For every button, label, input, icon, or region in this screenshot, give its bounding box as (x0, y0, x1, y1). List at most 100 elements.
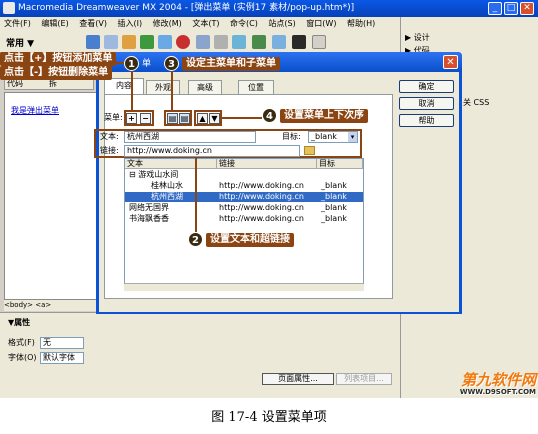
menu-label: 菜单: (104, 113, 123, 122)
column-header-text[interactable]: 文本 (125, 159, 217, 169)
watermark-url: WWW.D9SOFT.COM (459, 388, 536, 396)
menu-edit[interactable]: 编辑(E) (41, 19, 68, 28)
annotation-number-2: 2 (188, 232, 203, 247)
indent-item-button[interactable]: ▤ (167, 113, 178, 124)
text-label: 文本: (100, 132, 119, 141)
annotation-number-1: 1 (124, 56, 139, 71)
target-label: 目标: (282, 132, 301, 141)
dreamweaver-logo-icon (3, 2, 15, 14)
properties-header[interactable]: ▼属性 (8, 317, 30, 329)
row-link: http://www.doking.cn (219, 192, 304, 201)
template-icon[interactable] (252, 35, 266, 49)
table-row[interactable]: ⊟ 游戏山水间 (125, 170, 363, 180)
format-label: 格式(F) (8, 338, 35, 347)
media-icon[interactable] (196, 35, 210, 49)
dreamweaver-screenshot: Macromedia Dreamweaver MX 2004 - [弹出菜单 (… (0, 0, 538, 398)
menu-commands[interactable]: 命令(C) (230, 19, 258, 28)
table-row-selected[interactable]: 杭州西湖 http://www.doking.cn _blank (125, 192, 363, 202)
tab-advanced[interactable]: 高级 (188, 80, 222, 94)
add-remove-box (124, 110, 154, 126)
popup-menu-link[interactable]: 我是弹出菜单 (11, 105, 59, 116)
properties-panel: ▼属性 格式(F) 无 字体(O) 默认字体 页面属性... 列表项目... (0, 312, 400, 398)
font-select[interactable]: 默认字体 (40, 352, 84, 364)
row-text: 杭州西湖 (151, 192, 183, 201)
table-row[interactable]: 书海飘香香 http://www.doking.cn _blank (125, 214, 363, 224)
image-icon[interactable] (176, 35, 190, 49)
maximize-button[interactable]: □ (504, 2, 518, 15)
panel-design[interactable]: ▶ 设计 (405, 32, 535, 43)
table-row[interactable]: 网络无国界 http://www.doking.cn _blank (125, 203, 363, 213)
row-link: http://www.doking.cn (219, 214, 304, 223)
panel-css[interactable]: 关 CSS (463, 97, 538, 108)
close-button[interactable]: ✕ (520, 2, 534, 15)
minimize-button[interactable]: _ (488, 2, 502, 15)
target-dropdown-arrow-icon[interactable]: ▾ (348, 132, 357, 142)
insert-toolbar: 常用 ▼ (0, 31, 400, 53)
common-category-select[interactable]: 常用 ▼ (6, 36, 34, 49)
column-header-target[interactable]: 目标 (317, 159, 363, 169)
move-down-button[interactable]: ▼ (209, 113, 220, 124)
annotation-line-1b (110, 62, 124, 64)
date-icon[interactable] (214, 35, 228, 49)
text-input[interactable]: 杭州西湖 (124, 131, 256, 143)
comment-icon[interactable] (232, 35, 246, 49)
row-text: 书海飘香香 (129, 214, 169, 223)
row-target: _blank (321, 203, 347, 212)
layer-icon[interactable] (158, 35, 172, 49)
row-target: _blank (321, 214, 347, 223)
menu-file[interactable]: 文件(F) (4, 19, 31, 28)
site-watermark: 第九软件网 WWW.D9SOFT.COM (440, 372, 536, 396)
annotation-text-link: 设置文本和超链接 (206, 233, 294, 247)
menu-site[interactable]: 站点(S) (268, 19, 295, 28)
watermark-brand: 第九软件网 (460, 371, 536, 389)
head-icon[interactable] (272, 35, 286, 49)
format-select[interactable]: 无 (40, 337, 84, 349)
tab-appearance[interactable]: 外观 (146, 80, 180, 94)
app-title: Macromedia Dreamweaver MX 2004 - [弹出菜单 (… (18, 3, 355, 13)
link-input[interactable]: http://www.doking.cn (124, 145, 300, 157)
outdent-item-button[interactable]: ▤ (179, 113, 190, 124)
tab-content[interactable]: 内容 (104, 78, 144, 95)
row-text: 桂林山水 (151, 181, 183, 190)
font-label: 字体(O) (8, 353, 37, 362)
help-button[interactable]: 帮助 (399, 114, 454, 127)
page-properties-button[interactable]: 页面属性... (262, 373, 334, 385)
ok-button[interactable]: 确定 (399, 80, 454, 93)
email-link-icon[interactable] (104, 35, 118, 49)
table-row[interactable]: 桂林山水 http://www.doking.cn _blank (125, 181, 363, 191)
menu-window[interactable]: 窗口(W) (306, 19, 336, 28)
figure-caption: 图 17-4 设置菜单项 (211, 410, 327, 425)
app-title-bar: Macromedia Dreamweaver MX 2004 - [弹出菜单 (… (0, 0, 538, 17)
row-target: _blank (321, 192, 347, 201)
script-icon[interactable] (292, 35, 306, 49)
menu-text[interactable]: 文本(T) (192, 19, 219, 28)
browse-folder-icon[interactable] (304, 146, 315, 155)
move-up-button[interactable]: ▲ (197, 113, 208, 124)
menu-bar: 文件(F) 编辑(E) 查看(V) 插入(I) 修改(M) 文本(T) 命令(C… (0, 17, 400, 31)
list-items-button[interactable]: 列表项目... (336, 373, 392, 385)
row-link: http://www.doking.cn (219, 203, 304, 212)
row-link: http://www.doking.cn (219, 181, 304, 190)
dialog-close-button[interactable]: ✕ (443, 55, 458, 69)
dialog-title: 单 (142, 59, 152, 69)
named-anchor-icon[interactable] (122, 35, 136, 49)
tag-chooser-icon[interactable] (312, 35, 326, 49)
table-icon[interactable] (140, 35, 154, 49)
menu-help[interactable]: 帮助(H) (347, 19, 375, 28)
link-label: 链接: (100, 146, 119, 155)
hyperlink-icon[interactable] (86, 35, 100, 49)
table-horizontal-scrollbar[interactable] (124, 283, 364, 291)
menu-insert[interactable]: 插入(I) (118, 19, 143, 28)
menu-modify[interactable]: 修改(M) (153, 19, 182, 28)
menu-view[interactable]: 查看(V) (79, 19, 107, 28)
tab-position[interactable]: 位置 (238, 80, 274, 94)
annotation-number-4: 4 (262, 108, 277, 123)
annotation-menu-order: 设置菜单上下次序 (280, 109, 368, 123)
cancel-button[interactable]: 取消 (399, 97, 454, 110)
annotation-remove-menu: 点击【-】按钮删除菜单 (0, 66, 113, 80)
annotation-line-2 (195, 158, 197, 232)
row-target: _blank (321, 181, 347, 190)
column-header-link[interactable]: 链接 (217, 159, 317, 169)
annotation-line-3 (171, 71, 173, 111)
annotation-line-1 (131, 71, 133, 111)
